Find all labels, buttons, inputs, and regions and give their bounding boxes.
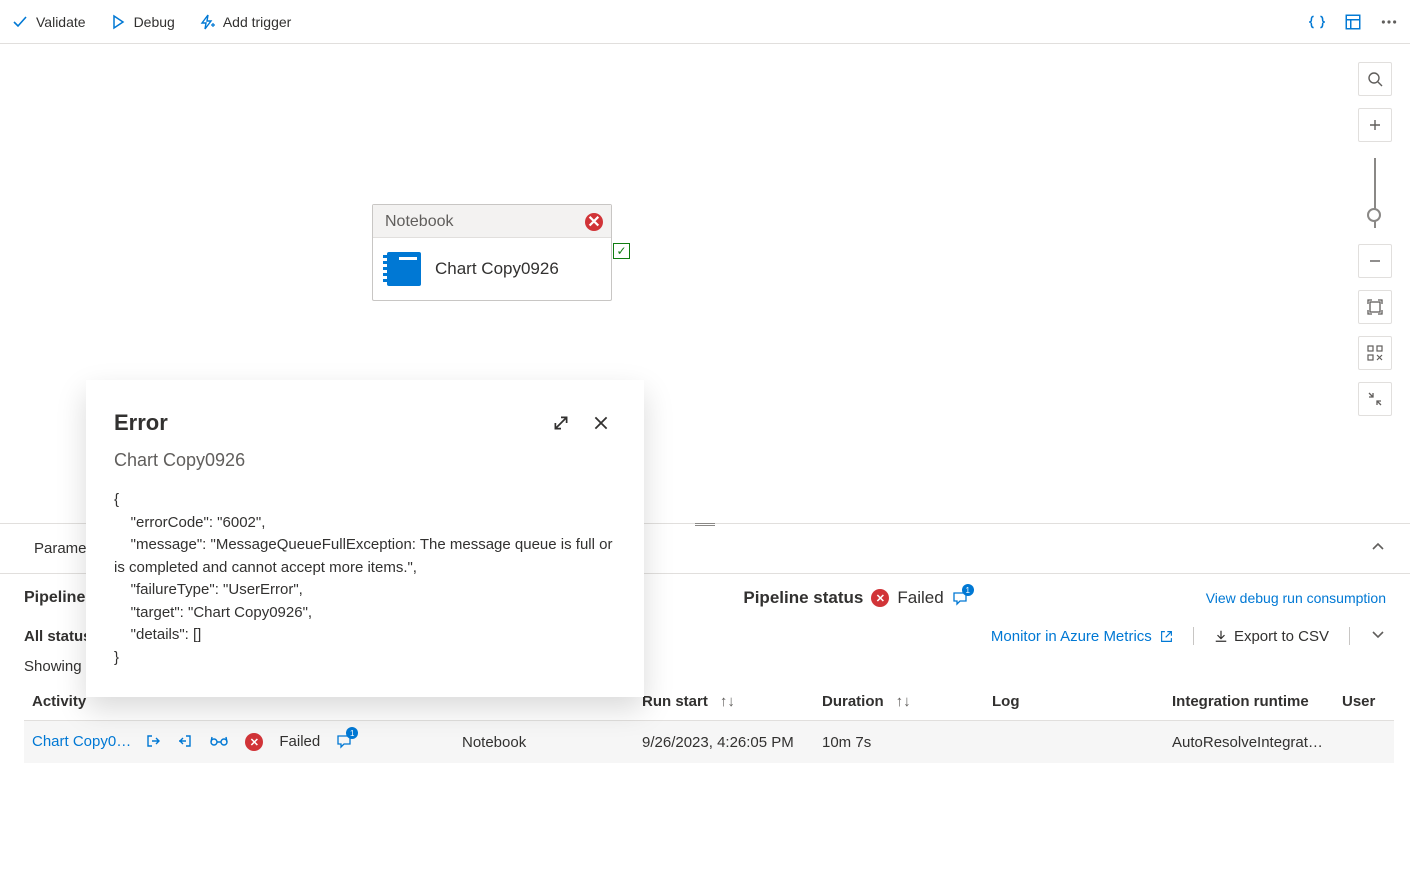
- activity-header: Notebook ✕: [373, 205, 611, 238]
- debug-button[interactable]: Debug: [110, 14, 175, 30]
- autolayout-button[interactable]: [1358, 336, 1392, 370]
- activity-type-label: Notebook: [385, 213, 454, 231]
- add-trigger-label: Add trigger: [223, 14, 291, 30]
- search-tool[interactable]: [1358, 62, 1392, 96]
- input-icon[interactable]: [145, 733, 161, 751]
- error-icon: ✕: [871, 589, 889, 607]
- pipeline-status-label: Pipeline status: [743, 588, 863, 608]
- sort-icon[interactable]: ↑↓: [896, 693, 911, 710]
- expand-icon[interactable]: [546, 408, 576, 438]
- view-debug-link[interactable]: View debug run consumption: [1206, 590, 1386, 606]
- pipeline-status: Pipeline status ✕ Failed: [743, 588, 967, 608]
- canvas-tools: [1358, 62, 1392, 416]
- cell-log: [984, 721, 1164, 764]
- col-user[interactable]: User: [1334, 683, 1394, 721]
- success-port-icon[interactable]: ✓: [613, 243, 630, 259]
- divider: [1193, 627, 1194, 645]
- validate-button[interactable]: Validate: [12, 14, 86, 30]
- error-dialog: Error Chart Copy0926 { "errorCode": "600…: [86, 380, 644, 697]
- check-icon: [12, 14, 28, 30]
- external-link-icon: [1160, 630, 1173, 643]
- add-trigger-button[interactable]: Add trigger: [199, 14, 291, 30]
- cell-duration: 10m 7s: [814, 721, 984, 764]
- monitor-link[interactable]: Monitor in Azure Metrics: [991, 628, 1173, 645]
- table-row[interactable]: Chart Copy0… ✕ Failed Notebook 9/26/2023…: [24, 721, 1394, 764]
- cell-type: Notebook: [454, 721, 634, 764]
- col-run-start[interactable]: Run start↑↓: [634, 683, 814, 721]
- activity-node[interactable]: Notebook ✕ Chart Copy0926 ✓: [372, 204, 612, 301]
- error-title: Error: [114, 410, 168, 436]
- cell-user: [1334, 721, 1394, 764]
- output-icon[interactable]: [177, 733, 193, 751]
- status-text: Failed: [279, 733, 320, 751]
- output-heading: Pipeline: [24, 589, 85, 607]
- validate-label: Validate: [36, 14, 86, 30]
- error-body: { "errorCode": "6002", "message": "Messa…: [114, 489, 616, 669]
- zoom-thumb[interactable]: [1367, 208, 1381, 222]
- monitor-link-label: Monitor in Azure Metrics: [991, 628, 1152, 645]
- close-icon[interactable]: [586, 408, 616, 438]
- zoom-fit-button[interactable]: [1358, 290, 1392, 324]
- error-icon: ✕: [585, 213, 603, 231]
- glasses-icon[interactable]: [209, 733, 229, 751]
- properties-icon[interactable]: [1344, 13, 1362, 31]
- activity-run-name[interactable]: Chart Copy0…: [32, 733, 131, 750]
- export-csv-button[interactable]: Export to CSV: [1214, 628, 1329, 645]
- export-label: Export to CSV: [1234, 628, 1329, 645]
- resize-grip[interactable]: [695, 523, 715, 526]
- zoom-in-button[interactable]: [1358, 108, 1392, 142]
- play-icon: [110, 14, 126, 30]
- collapse-panel-button[interactable]: [1370, 539, 1386, 558]
- col-log[interactable]: Log: [984, 683, 1164, 721]
- sort-icon[interactable]: ↑↓: [720, 693, 735, 710]
- divider: [1349, 627, 1350, 645]
- code-icon[interactable]: [1308, 13, 1326, 31]
- pipeline-status-value: Failed: [897, 588, 943, 608]
- col-integration[interactable]: Integration runtime: [1164, 683, 1334, 721]
- more-icon[interactable]: [1380, 13, 1398, 31]
- message-badge-icon[interactable]: [952, 590, 968, 606]
- lightning-icon: [199, 14, 215, 30]
- more-filters-button[interactable]: [1370, 626, 1386, 646]
- cell-integration: AutoResolveIntegration: [1164, 721, 1334, 764]
- filter-all-status[interactable]: All status: [24, 628, 92, 645]
- message-badge-icon[interactable]: [336, 733, 352, 751]
- error-subtitle: Chart Copy0926: [114, 450, 616, 471]
- collapse-tool[interactable]: [1358, 382, 1392, 416]
- col-duration[interactable]: Duration↑↓: [814, 683, 984, 721]
- error-icon[interactable]: ✕: [245, 733, 263, 751]
- zoom-slider[interactable]: [1374, 158, 1376, 228]
- notebook-icon: [387, 252, 421, 286]
- debug-label: Debug: [134, 14, 175, 30]
- cell-run-start: 9/26/2023, 4:26:05 PM: [634, 721, 814, 764]
- toolbar: Validate Debug Add trigger: [0, 0, 1410, 44]
- zoom-out-button[interactable]: [1358, 244, 1392, 278]
- activity-name: Chart Copy0926: [435, 259, 559, 279]
- download-icon: [1214, 629, 1228, 643]
